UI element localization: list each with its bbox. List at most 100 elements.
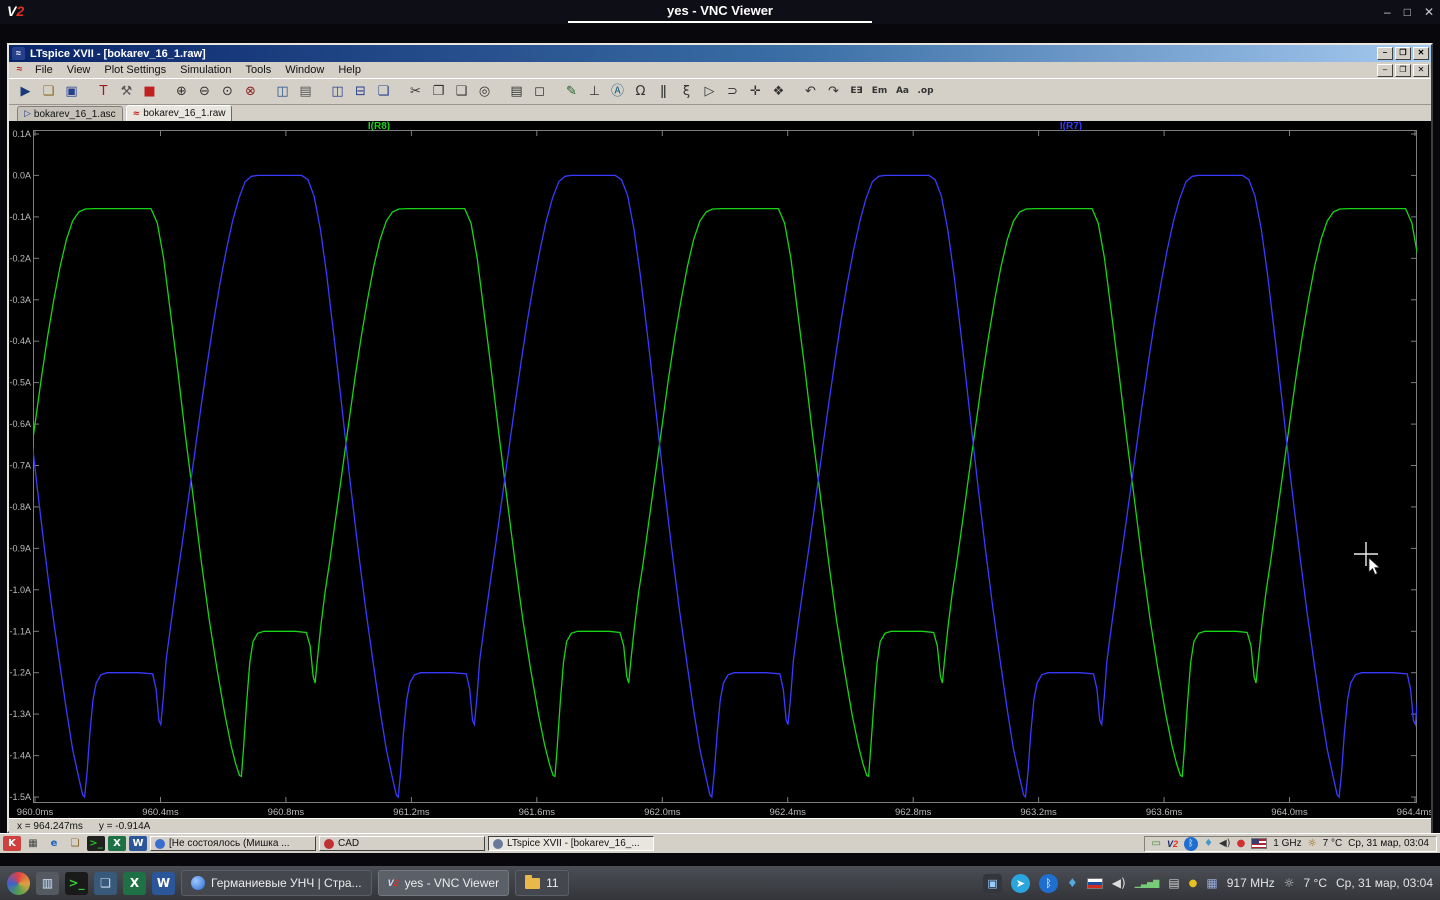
- keyboard-layout-flag-icon[interactable]: [1251, 838, 1268, 849]
- cpu-frequency[interactable]: 917 MHz: [1227, 876, 1275, 890]
- cut-icon[interactable]: ✂: [404, 81, 427, 102]
- bluetooth-icon[interactable]: ᛒ: [1184, 836, 1198, 851]
- volume-icon[interactable]: ◀): [1219, 838, 1231, 849]
- cascade-windows-icon[interactable]: ❏: [372, 81, 395, 102]
- menu-window[interactable]: Window: [278, 64, 331, 76]
- word-icon[interactable]: W: [129, 836, 147, 851]
- task-button-[interactable]: Германиевые УНЧ | Стра...: [181, 870, 372, 896]
- close-icon[interactable]: ✕: [1413, 63, 1429, 77]
- resistor-icon[interactable]: Ω: [629, 81, 652, 102]
- zoom-out-icon[interactable]: ⊖: [193, 81, 216, 102]
- edit-simulation-cmd-icon[interactable]: T: [92, 81, 115, 102]
- printer-icon[interactable]: ▤: [1168, 876, 1179, 890]
- minimize-icon[interactable]: –: [1377, 47, 1393, 60]
- task-button-[interactable]: [Не состоялось (Мишка ...: [150, 836, 316, 851]
- menu-tools[interactable]: Tools: [239, 64, 279, 76]
- record-dot-icon[interactable]: ●: [1237, 838, 1246, 849]
- tile-horizontal-icon[interactable]: ⊟: [349, 81, 372, 102]
- undo-icon[interactable]: ↶: [799, 81, 822, 102]
- component-icon[interactable]: ⊃: [721, 81, 744, 102]
- remote-start-icon[interactable]: K: [3, 836, 21, 851]
- show-desktop-icon[interactable]: ▦: [24, 836, 42, 851]
- menu-file[interactable]: File: [28, 64, 60, 76]
- task-button-yes-vnc-viewer[interactable]: V2 yes - VNC Viewer: [377, 870, 510, 896]
- maximize-icon[interactable]: □: [1404, 5, 1411, 19]
- paste-icon[interactable]: ❑: [450, 81, 473, 102]
- bluetooth-icon[interactable]: ᛒ: [1039, 873, 1059, 893]
- restore-icon[interactable]: ❐: [1395, 47, 1411, 60]
- temperature[interactable]: 7 °C: [1304, 876, 1327, 890]
- drop-icon[interactable]: ♦: [1067, 876, 1078, 890]
- print-preview-icon[interactable]: ◻: [528, 81, 551, 102]
- control-panel-icon[interactable]: ⚒: [115, 81, 138, 102]
- network-signal-icon[interactable]: ▁▃▅▇: [1135, 879, 1160, 888]
- keyboard-layout-flag-icon[interactable]: [1086, 877, 1103, 889]
- terminal-icon[interactable]: >_: [65, 871, 88, 895]
- terminal-icon[interactable]: >_: [87, 836, 105, 851]
- trace-label-i-r8[interactable]: I(R8): [368, 121, 390, 132]
- plot-settings-icon[interactable]: ◫: [271, 81, 294, 102]
- task-button-cad[interactable]: CAD: [319, 836, 485, 851]
- find-icon[interactable]: ◎: [473, 81, 496, 102]
- files-icon[interactable]: ❏: [94, 871, 117, 895]
- app-launcher-icon[interactable]: [7, 871, 30, 895]
- run-icon[interactable]: ▶: [14, 81, 37, 102]
- redo-icon[interactable]: ↷: [822, 81, 845, 102]
- text-icon[interactable]: Aa: [891, 81, 914, 102]
- file-manager-icon[interactable]: ❏: [66, 836, 84, 851]
- spice-directive-icon[interactable]: .op: [914, 81, 937, 102]
- copy-icon[interactable]: ❐: [427, 81, 450, 102]
- ground-icon[interactable]: ⊥: [583, 81, 606, 102]
- move-icon[interactable]: ✛: [744, 81, 767, 102]
- waveform-plot-area[interactable]: 960.0ms 960.4ms 960.8ms 961.2ms 961.6ms 962.0…: [9, 121, 1431, 818]
- word-icon[interactable]: W: [152, 871, 175, 895]
- minimize-icon[interactable]: –: [1377, 63, 1393, 77]
- task-button-11[interactable]: 11: [515, 870, 569, 896]
- menu-help[interactable]: Help: [331, 64, 368, 76]
- open-icon[interactable]: ❏: [37, 81, 60, 102]
- task-button-ltspice-xvii-bokarev-16[interactable]: LTspice XVII - [bokarev_16_...: [488, 836, 654, 851]
- trace-label-i-r7[interactable]: I(R7): [1060, 121, 1082, 132]
- mirror-icon[interactable]: E∃: [845, 81, 868, 102]
- clock[interactable]: Ср, 31 мар, 03:04: [1336, 876, 1433, 890]
- save-icon[interactable]: ▣: [60, 81, 83, 102]
- menu-simulation[interactable]: Simulation: [173, 64, 238, 76]
- net-label-icon[interactable]: Ⓐ: [606, 81, 629, 102]
- tab-bokarev-16-1-asc[interactable]: ▷ bokarev_16_1.asc: [17, 106, 123, 121]
- halt-icon[interactable]: ■: [138, 81, 161, 102]
- close-icon[interactable]: ✕: [1413, 47, 1429, 60]
- print-icon[interactable]: ▤: [505, 81, 528, 102]
- excel-icon[interactable]: X: [108, 836, 126, 851]
- telegram-icon[interactable]: ➤: [1011, 873, 1031, 893]
- power-icon[interactable]: ▭: [1152, 838, 1161, 849]
- zoom-full-icon[interactable]: ⊗: [239, 81, 262, 102]
- spice-netlist-icon[interactable]: ▤: [294, 81, 317, 102]
- minimize-icon[interactable]: –: [1384, 5, 1391, 19]
- vnc-tray-icon[interactable]: V2: [1167, 839, 1178, 849]
- rotate-icon[interactable]: Em: [868, 81, 891, 102]
- excel-icon[interactable]: X: [123, 871, 146, 895]
- inductor-icon[interactable]: ξ: [675, 81, 698, 102]
- tile-vertical-icon[interactable]: ◫: [326, 81, 349, 102]
- screenshot-tool-icon[interactable]: ▣: [983, 873, 1003, 893]
- diode-icon[interactable]: ▷: [698, 81, 721, 102]
- ltspice-titlebar[interactable]: ≈ LTspice XVII - [bokarev_16_1.raw] – ❐ ✕: [9, 45, 1431, 62]
- wire-icon[interactable]: ✎: [560, 81, 583, 102]
- tab-bokarev-16-1-raw[interactable]: ≈ bokarev_16_1.raw: [125, 105, 233, 121]
- menu-view[interactable]: View: [60, 64, 98, 76]
- drag-icon[interactable]: ❖: [767, 81, 790, 102]
- zoom-in-icon[interactable]: ⊕: [170, 81, 193, 102]
- notification-dot-icon[interactable]: ●: [1189, 878, 1198, 889]
- clock[interactable]: Ср, 31 мар, 03:04: [1348, 838, 1429, 849]
- system-monitor-icon[interactable]: ▥: [36, 871, 59, 895]
- drop-icon[interactable]: ♦: [1204, 838, 1213, 849]
- cpu-frequency[interactable]: 1 GHz: [1273, 838, 1301, 849]
- restore-icon[interactable]: ❐: [1395, 63, 1411, 77]
- cpu-icon[interactable]: ▦: [1206, 876, 1217, 890]
- capacitor-icon[interactable]: ǁ: [652, 81, 675, 102]
- menu-plot-settings[interactable]: Plot Settings: [97, 64, 173, 76]
- zoom-back-icon[interactable]: ⊙: [216, 81, 239, 102]
- waveform-plot[interactable]: 960.0ms 960.4ms 960.8ms 961.2ms 961.6ms 962.0…: [9, 121, 1431, 818]
- volume-icon[interactable]: ◀): [1112, 876, 1126, 890]
- close-icon[interactable]: ✕: [1424, 5, 1434, 19]
